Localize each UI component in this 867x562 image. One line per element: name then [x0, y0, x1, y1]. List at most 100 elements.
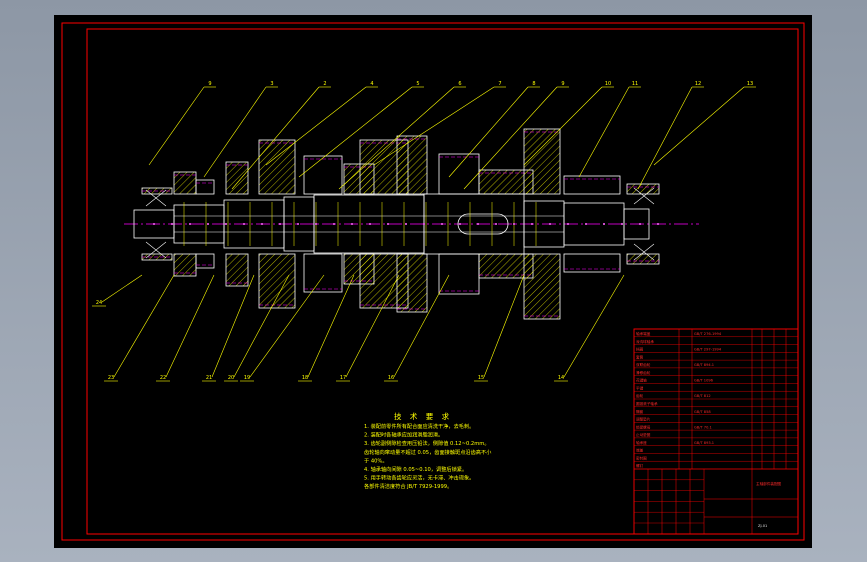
center-mark — [315, 223, 317, 225]
center-mark — [477, 223, 479, 225]
bom-part-name: 深沟球轴承 — [636, 339, 654, 344]
balloon-number: 5 — [416, 81, 419, 87]
title-block-border — [633, 328, 799, 535]
leader-line — [211, 274, 255, 378]
balloon-number: 20 — [228, 375, 234, 381]
bom-part-name: 双联齿轮 — [636, 362, 651, 367]
bom-code: GB/T 812 — [694, 394, 711, 398]
center-mark — [171, 223, 173, 225]
balloon-number: 2 — [323, 81, 326, 87]
bom-part-name: 调整垫片 — [636, 417, 651, 422]
center-mark — [369, 223, 371, 225]
balloon-number: 22 — [160, 375, 166, 381]
center-mark — [333, 223, 335, 225]
center-mark — [243, 223, 245, 225]
notes-title: 技 术 要 求 — [394, 411, 452, 421]
balloon-number: 19 — [244, 375, 250, 381]
balloon-number: 18 — [302, 375, 308, 381]
component-lower — [303, 253, 343, 293]
component-lower — [195, 253, 215, 269]
balloon-number: 16 — [388, 375, 394, 381]
bom-code: GB/T 70.1 — [694, 425, 712, 429]
balloon-number: 7 — [498, 81, 501, 87]
center-mark — [423, 223, 425, 225]
balloon-number: 8 — [532, 81, 535, 87]
assembly-drawing: 9 3 2 4 5 6 7 8 9 10 11 12 13 2423 22 21 20 19 18 17 16 15 14… — [61, 22, 805, 541]
balloon-number: 21 — [206, 375, 212, 381]
bom-part-name: 止动垫圈 — [636, 432, 651, 437]
bom-part-name: 滑移齿轮 — [636, 370, 651, 375]
balloon-number: 12 — [695, 81, 701, 87]
leader-line — [113, 274, 175, 378]
inner-frame — [86, 28, 799, 535]
leader-line — [523, 86, 603, 166]
note-line: 1. 装配前零件所有配合面应清洗干净，去毛刺。 — [364, 422, 474, 430]
center-mark — [657, 223, 659, 225]
bom-part-name: 平键 — [636, 385, 644, 390]
bom-code: GB/T 858 — [694, 410, 711, 414]
center-mark — [441, 223, 443, 225]
component-lower — [225, 253, 249, 287]
bom-part-name: 锁紧螺母 — [636, 424, 651, 429]
bom-code: GB/T 893.1 — [694, 441, 714, 445]
balloon-number: 4 — [370, 81, 373, 87]
bom-part-name: 花键轴 — [636, 378, 647, 383]
leader-line — [578, 86, 630, 178]
center-mark — [459, 223, 461, 225]
center-mark — [495, 223, 497, 225]
drawing-name: 主轴部件装配图 — [756, 481, 782, 486]
balloon-number: 17 — [340, 375, 346, 381]
title-block: 轴承端盖 GB/T 276-1994 深沟球轴承挡圈 GB/T 297-1994 套筒双… — [633, 328, 799, 535]
bom-part-name: 圆锥滚子轴承 — [636, 401, 658, 406]
center-mark — [513, 223, 515, 225]
balloon-number: 6 — [458, 81, 461, 87]
leader-line — [148, 86, 205, 166]
note-line: 各部件清洁度符合 JB/T 7929-1999。 — [364, 482, 452, 490]
center-mark — [387, 223, 389, 225]
center-mark — [351, 223, 353, 225]
balloon-number: 24 — [96, 300, 102, 306]
center-mark — [225, 223, 227, 225]
leader-line — [637, 86, 693, 190]
center-mark — [207, 223, 209, 225]
bom-part-name: 螺钉 — [636, 463, 644, 468]
component-upper — [303, 155, 343, 195]
bom-code: GB/T 894.1 — [694, 363, 714, 367]
component-upper — [396, 135, 428, 195]
note-line: 3. 齿轮副侧隙检查用压铅法，侧隙值 0.12~0.2mm。 — [364, 439, 490, 447]
center-mark — [549, 223, 551, 225]
note-line: 2. 装配时各轴承应加润滑脂润滑。 — [364, 431, 443, 439]
center-mark — [621, 223, 623, 225]
bom-part-name: 齿轮 — [636, 393, 644, 398]
bom-code: GB/T 276-1994 — [694, 332, 722, 336]
component-lower — [258, 253, 296, 309]
component-upper — [225, 161, 249, 195]
center-mark — [531, 223, 533, 225]
balloon-number: 9 — [561, 81, 564, 87]
bom-code: GB/T 1096 — [694, 379, 714, 383]
balloon-number: 23 — [108, 375, 114, 381]
leader-line — [265, 86, 367, 166]
leader-line — [307, 274, 355, 378]
balloon-number: 9 — [208, 81, 211, 87]
center-mark — [585, 223, 587, 225]
note-line: 齿轮轴向窜动量不超过 0.05，齿面接触斑点沿齿高不小 — [364, 448, 492, 456]
balloon-number: 13 — [747, 81, 753, 87]
component-upper — [438, 153, 480, 195]
bom-part-name: 套筒 — [636, 354, 644, 359]
center-mark — [603, 223, 605, 225]
component-upper — [195, 179, 215, 195]
cad-viewport[interactable]: 9 3 2 4 5 6 7 8 9 10 11 12 13 24 23 22 21 20 19 18 17 16 15 14… — [54, 15, 812, 548]
bom-part-name: 轴承座 — [636, 440, 647, 445]
balloon-number: 3 — [270, 81, 273, 87]
bom-part-name: 端盖 — [636, 448, 644, 453]
component-upper — [626, 183, 660, 195]
leader-line — [101, 274, 143, 303]
center-mark — [405, 223, 407, 225]
component-lower — [396, 253, 428, 313]
center-mark — [567, 223, 569, 225]
drawing-number: ZJ-01 — [758, 524, 767, 528]
center-mark — [261, 223, 263, 225]
component-upper — [523, 128, 561, 195]
center-mark — [297, 223, 299, 225]
